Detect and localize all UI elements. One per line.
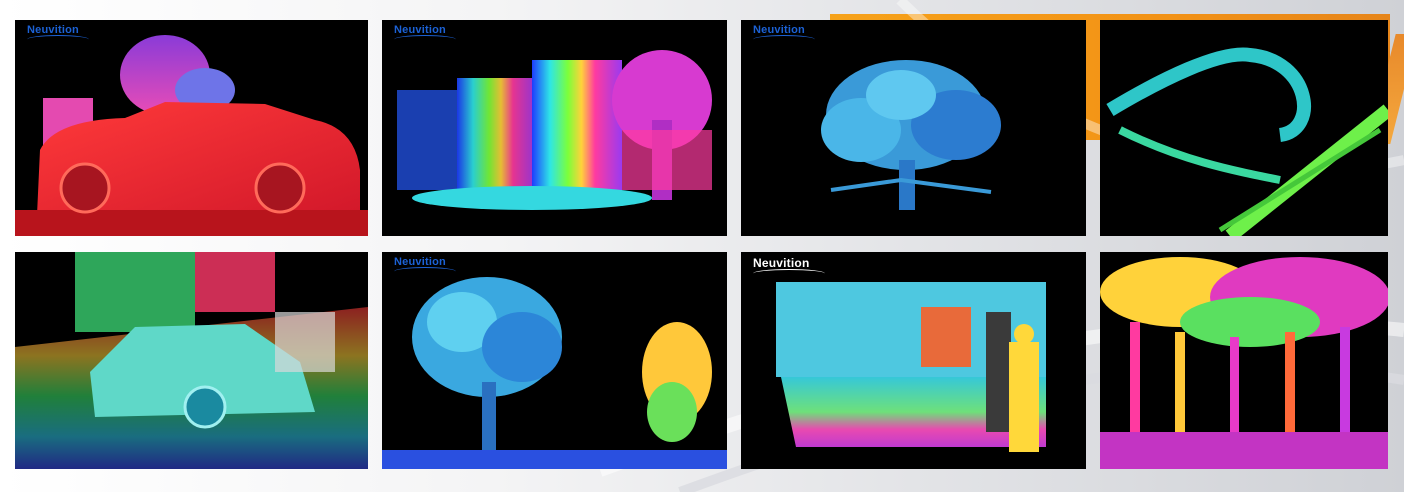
neuvition-logo: Neuvition: [394, 24, 456, 44]
lidar-two-trees-image: Neuvition: [382, 252, 727, 469]
lidar-single-tree-image: Neuvition: [741, 20, 1086, 236]
neuvition-logo: Neuvition: [753, 256, 825, 278]
lidar-suv-street-image: [15, 252, 368, 469]
neuvition-logo: Neuvition: [27, 24, 89, 44]
lidar-overpass-ramp-image: [1100, 20, 1388, 236]
neuvition-logo: Neuvition: [394, 256, 456, 276]
lidar-building-street-image: Neuvition: [382, 20, 727, 236]
lidar-car-side-image: Neuvition: [15, 20, 368, 236]
lidar-people-building-image: Neuvition: [741, 252, 1086, 469]
neuvition-logo: Neuvition: [753, 24, 815, 44]
lidar-forest-image: [1100, 252, 1388, 469]
